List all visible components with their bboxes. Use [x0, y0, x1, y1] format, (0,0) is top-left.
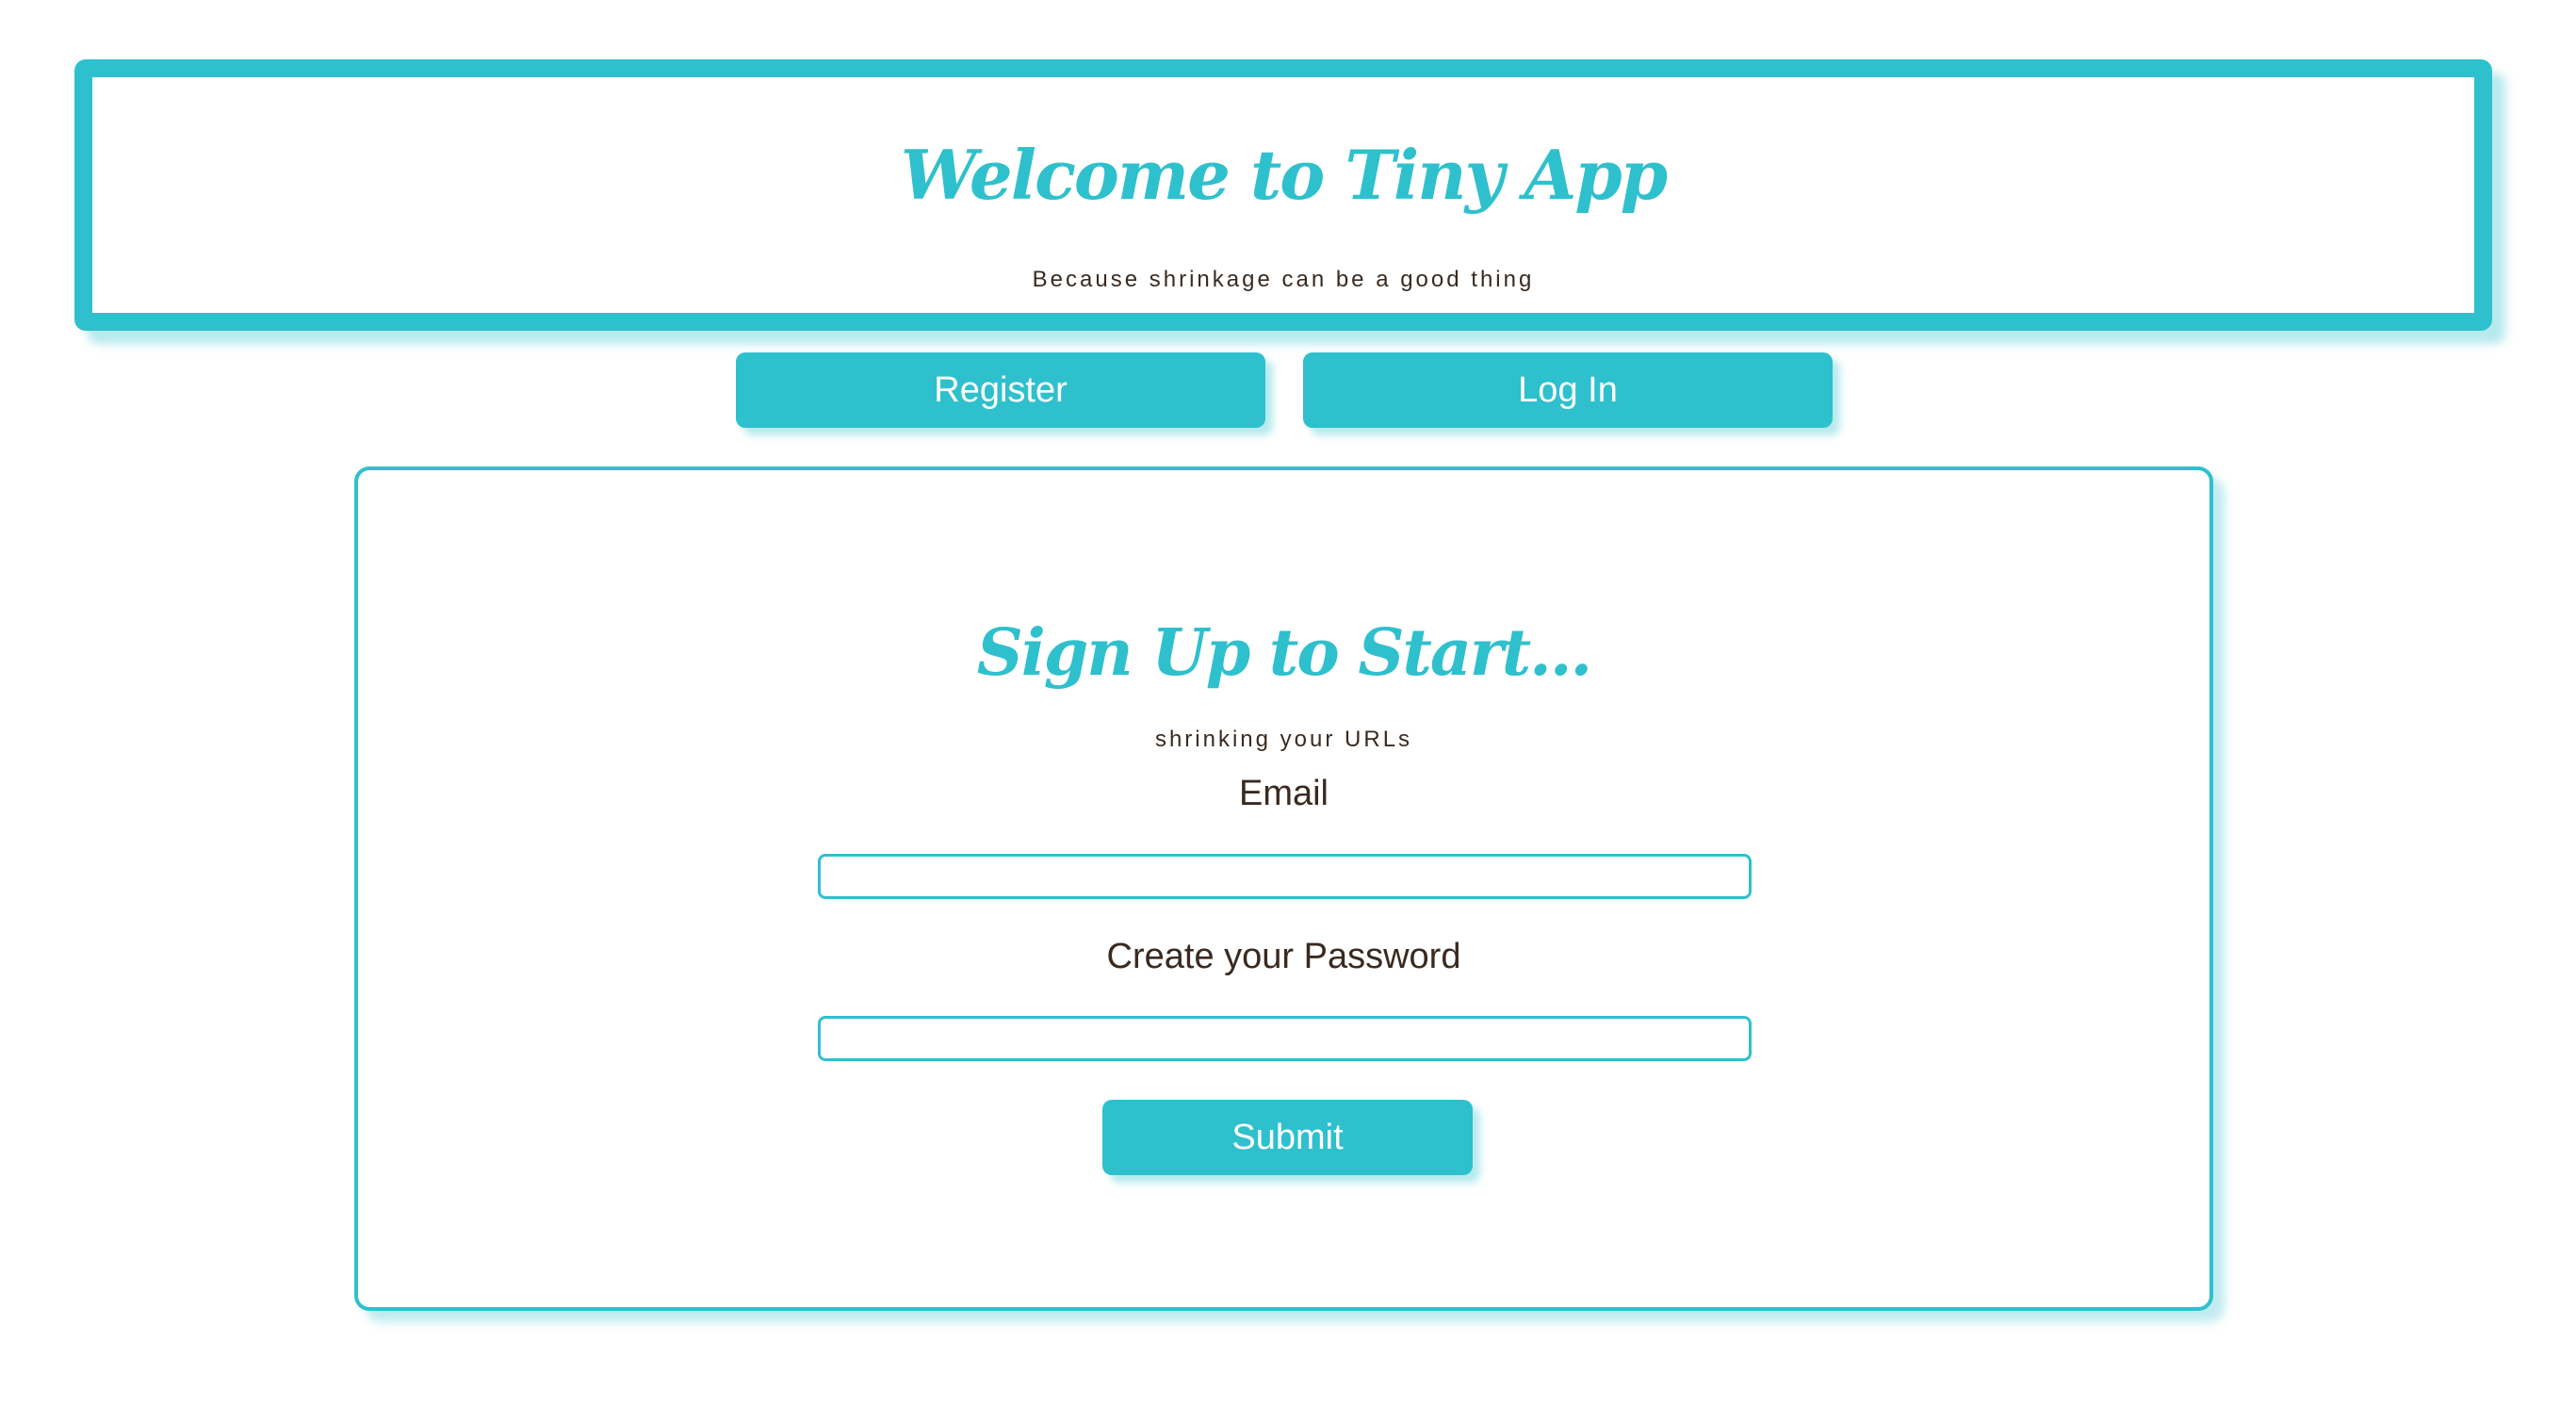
password-field[interactable]	[818, 1016, 1752, 1061]
form-title: Sign Up to Start...	[976, 615, 1592, 691]
header-banner: Welcome to Tiny App Because shrinkage ca…	[74, 59, 2492, 331]
submit-button[interactable]: Submit	[1102, 1100, 1473, 1175]
login-button[interactable]: Log In	[1303, 352, 1833, 428]
register-button[interactable]: Register	[736, 352, 1265, 428]
form-subtitle: shrinking your URLs	[1154, 727, 1413, 752]
password-label: Create your Password	[1106, 937, 1461, 976]
signup-form: Sign Up to Start... shrinking your URLs …	[354, 466, 2213, 1311]
app-tagline: Because shrinkage can be a good thing	[1032, 267, 1535, 292]
app-title: Welcome to Tiny App	[900, 135, 1668, 215]
email-label: Email	[1238, 774, 1329, 813]
email-field[interactable]	[818, 854, 1752, 899]
